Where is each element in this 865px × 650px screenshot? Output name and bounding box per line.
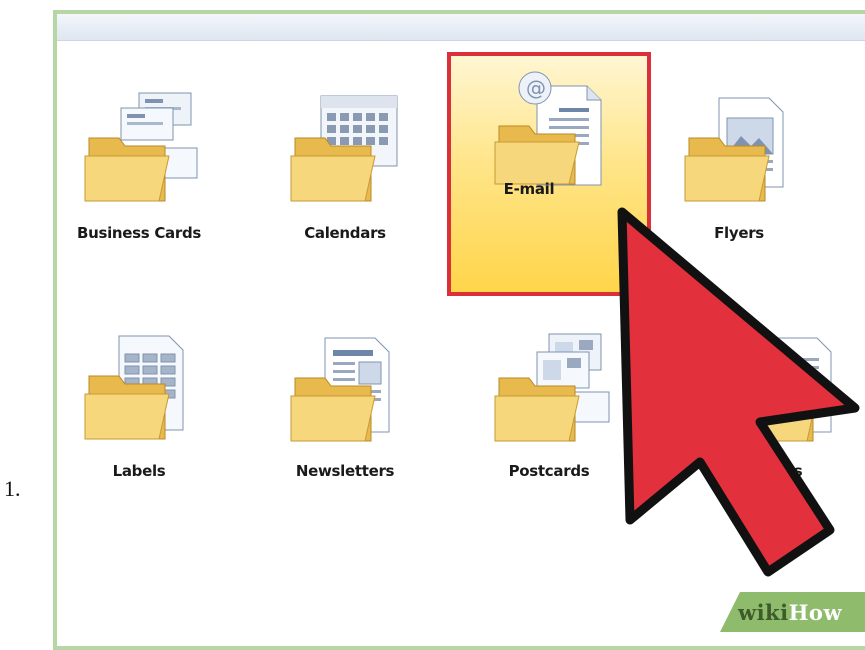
tile-labels[interactable]: Labels bbox=[59, 266, 219, 480]
flyer-icon bbox=[684, 97, 784, 202]
tile-flyers[interactable]: Flyers bbox=[659, 28, 819, 242]
tile-label: Calendars bbox=[304, 224, 386, 242]
calendar-icon bbox=[290, 95, 398, 202]
tile-label: Newsletters bbox=[295, 462, 395, 480]
business-cards-icon bbox=[84, 92, 198, 202]
tile-email[interactable]: @ E-mail bbox=[447, 52, 651, 296]
tile-label: Business Cards bbox=[76, 224, 202, 242]
list-number: 1. bbox=[4, 476, 21, 501]
tile-business-cards[interactable]: Business Cards bbox=[59, 28, 219, 242]
newsletter-icon bbox=[290, 337, 390, 442]
wikihow-watermark: wikiHow bbox=[738, 600, 843, 625]
tile-label: Labels bbox=[112, 462, 166, 480]
tile-newsletters[interactable]: Newsletters bbox=[265, 266, 425, 480]
svg-text:@: @ bbox=[526, 76, 546, 100]
tile-label: E-mail bbox=[503, 180, 555, 198]
tile-calendars[interactable]: Calendars bbox=[265, 28, 425, 242]
labels-icon bbox=[84, 335, 184, 440]
cursor-arrow-icon bbox=[617, 207, 860, 577]
email-icon: @ bbox=[494, 71, 602, 186]
